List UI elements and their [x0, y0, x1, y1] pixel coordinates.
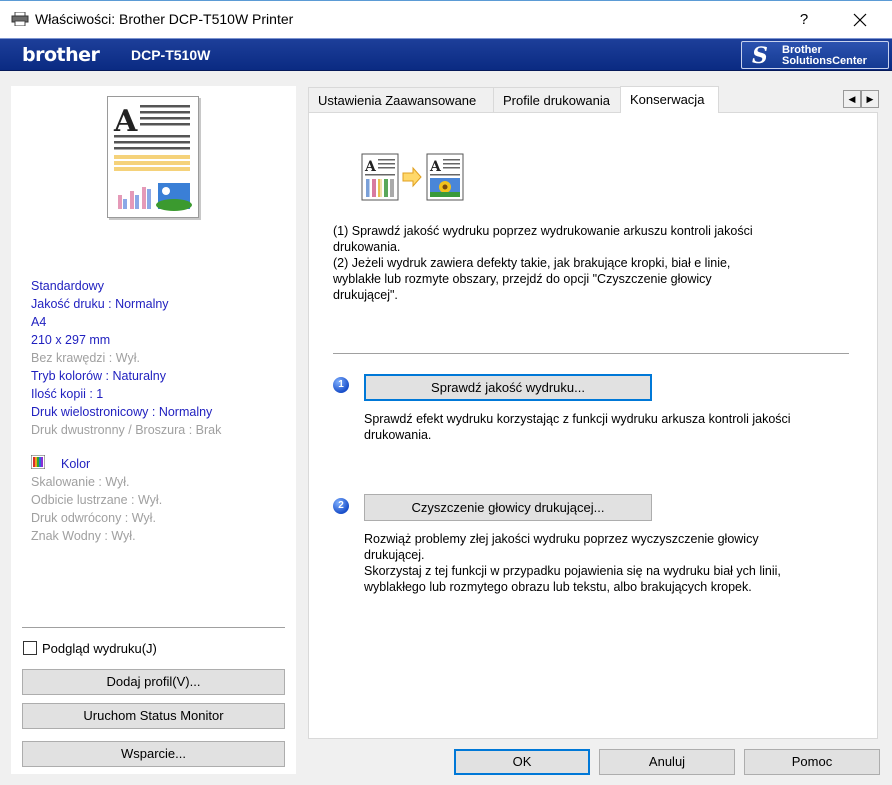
print-head-cleaning-button[interactable]: Czyszczenie głowicy drukującej...: [364, 494, 652, 521]
print-preview-checkbox[interactable]: [23, 641, 37, 655]
window-title: Właściwości: Brother DCP-T510W Printer: [35, 11, 294, 27]
summary-copies: Ilość kopii : 1: [31, 387, 104, 401]
settings-summary-disabled: Skalowanie : Wył. Odbicie lustrzane : Wy…: [31, 473, 291, 545]
svg-text:A: A: [364, 159, 377, 175]
tab-advanced-settings[interactable]: Ustawienia Zaawansowane: [308, 87, 494, 112]
summary-reverse: Druk odwrócony : Wył.: [31, 511, 156, 525]
svg-text:A: A: [113, 104, 138, 139]
summary-paper-size: A4: [31, 315, 47, 329]
maintenance-intro-text: (1) Sprawdź jakość wydruku poprzez wydru…: [333, 224, 753, 302]
help-button[interactable]: ?: [786, 7, 822, 33]
page-preview: A: [107, 96, 199, 218]
tab-scroll-right[interactable]: ▶: [861, 90, 879, 108]
summary-profile: Standardowy: [31, 279, 104, 293]
maintenance-tab-content: A A (1) Sprawdź jakość wydruku poprzez w…: [308, 112, 878, 739]
summary-duplex: Druk dwustronny / Broszura : Brak: [31, 423, 222, 437]
tab-scroll-left[interactable]: ◀: [843, 90, 861, 108]
maintenance-intro: (1) Sprawdź jakość wydruku poprzez wydru…: [333, 223, 803, 303]
page-preview-icon: A: [113, 104, 192, 211]
summary-color-label: Kolor: [61, 457, 91, 471]
print-check-illustration: A A: [361, 153, 464, 201]
title-bar: Właściwości: Brother DCP-T510W Printer ?: [0, 0, 892, 38]
summary-borderless: Bez krawędzi : Wył.: [31, 351, 140, 365]
printer-model: DCP-T510W: [131, 47, 211, 63]
tab-print-profiles[interactable]: Profile drukowania: [493, 87, 621, 112]
help-footer-button[interactable]: Pomoc: [744, 749, 880, 775]
print-quality-check-description: Sprawdź efekt wydruku korzystając z funk…: [364, 412, 791, 442]
solutions-center-icon: S: [752, 43, 768, 69]
settings-summary-panel: A Standardowy Jakość druku: Normalny A4…: [11, 86, 296, 774]
divider: [333, 353, 849, 354]
close-icon: [853, 13, 867, 27]
print-quality-check-button[interactable]: Sprawdź jakość wydruku...: [364, 374, 652, 401]
solutions-center-label: Brother SolutionsCenter: [782, 44, 867, 67]
step-2-icon: 2: [333, 498, 349, 514]
summary-mirror: Odbicie lustrzane : Wył.: [31, 493, 163, 507]
summary-print-quality: Jakość druku : Normalny: [31, 297, 169, 311]
brother-banner: brother DCP-T510W S Brother SolutionsCen…: [0, 38, 892, 71]
print-head-cleaning-description: Rozwiąż problemy złej jakości wydruku po…: [364, 532, 781, 594]
add-profile-button[interactable]: Dodaj profil(V)...: [22, 669, 285, 695]
summary-multipage: Druk wielostronicowy : Normalny: [31, 405, 213, 419]
summary-scaling: Skalowanie : Wył.: [31, 475, 130, 489]
summary-paper-dimensions: 210 x 297 mm: [31, 333, 111, 347]
support-button[interactable]: Wsparcie...: [22, 741, 285, 767]
solutions-center-button[interactable]: S Brother SolutionsCenter: [741, 41, 889, 69]
tab-maintenance[interactable]: Konserwacja: [620, 86, 719, 113]
brother-logo: brother: [22, 44, 100, 66]
settings-summary: Standardowy Jakość druku : Normalny A4 2…: [31, 277, 291, 439]
cancel-button[interactable]: Anuluj: [599, 749, 735, 775]
summary-color-mode: Tryb kolorów : Naturalny: [31, 369, 166, 383]
step-1-icon: 1: [333, 377, 349, 393]
print-preview-label[interactable]: Podgląd wydruku(J): [42, 641, 157, 656]
close-button[interactable]: [840, 7, 880, 33]
printer-icon: [11, 12, 29, 26]
color-icon: [31, 455, 45, 469]
ok-button[interactable]: OK: [454, 749, 590, 775]
svg-text:A: A: [429, 159, 442, 175]
summary-watermark: Znak Wodny : Wył.: [31, 529, 136, 543]
status-monitor-button[interactable]: Uruchom Status Monitor: [22, 703, 285, 729]
divider: [22, 627, 285, 628]
